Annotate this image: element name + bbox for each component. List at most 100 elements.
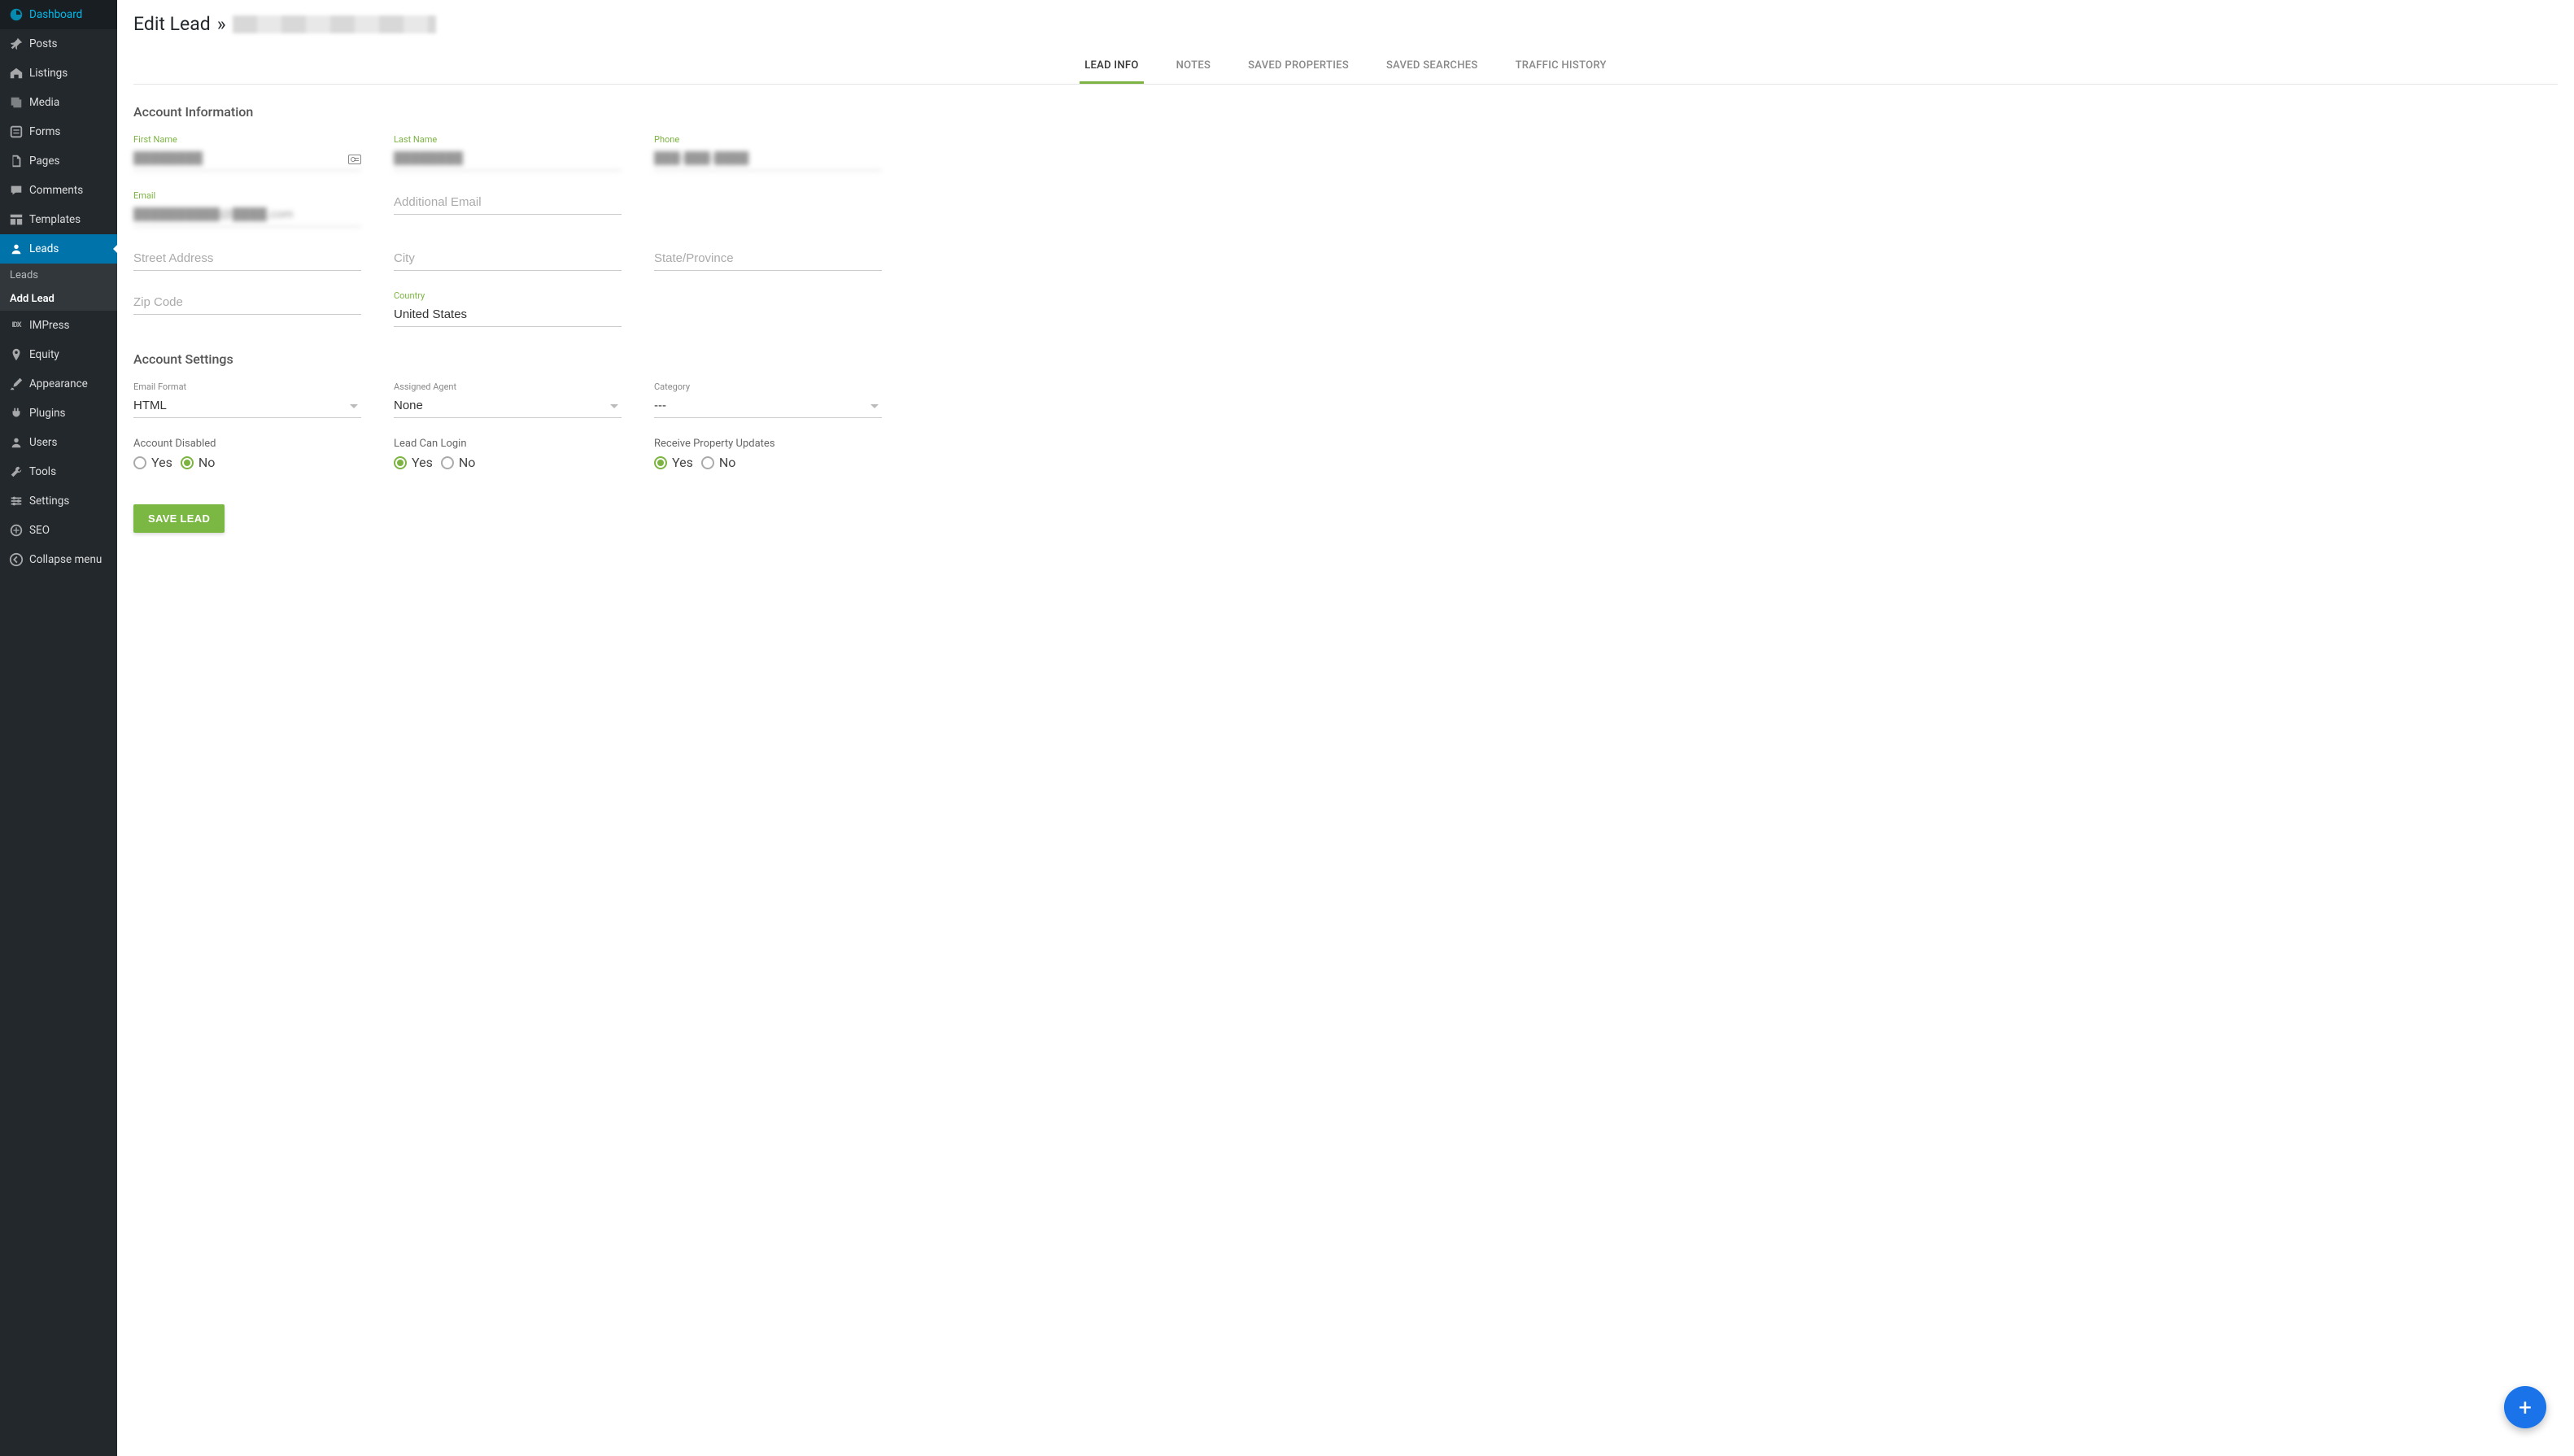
sidebar-label: Settings xyxy=(29,495,69,508)
account-settings-grid: Email Format Assigned Agent Category Acc… xyxy=(133,381,882,470)
input-zip[interactable] xyxy=(133,290,361,315)
sidebar-label: Pages xyxy=(29,155,60,168)
sidebar-item-plugins[interactable]: Plugins xyxy=(0,399,117,428)
input-country[interactable] xyxy=(394,303,622,327)
marker-icon xyxy=(8,347,24,363)
idx-icon: IDX xyxy=(8,317,24,333)
sidebar-item-users[interactable]: Users xyxy=(0,428,117,457)
sidebar-item-posts[interactable]: Posts xyxy=(0,29,117,59)
page-title-lead-name xyxy=(233,15,436,33)
field-email: Email xyxy=(133,190,361,227)
tab-lead-info[interactable]: LEAD INFO xyxy=(1080,50,1143,84)
tabs: LEAD INFO NOTES SAVED PROPERTIES SAVED S… xyxy=(133,50,2558,85)
sidebar-item-appearance[interactable]: Appearance xyxy=(0,369,117,399)
radio-lead-login-no[interactable]: No xyxy=(441,455,476,470)
seo-icon xyxy=(8,522,24,538)
sidebar-label: Plugins xyxy=(29,407,66,420)
field-account-disabled: Account Disabled Yes No xyxy=(133,438,361,470)
label-country: Country xyxy=(394,290,622,301)
input-phone[interactable] xyxy=(654,146,882,171)
input-street[interactable] xyxy=(133,246,361,271)
radio-account-disabled-yes[interactable]: Yes xyxy=(133,455,172,470)
admin-sidebar: Dashboard Posts Listings Media Forms Pag… xyxy=(0,0,117,1456)
label-account-disabled: Account Disabled xyxy=(133,438,361,450)
sidebar-label: Listings xyxy=(29,67,68,80)
sidebar-label: Equity xyxy=(29,348,59,361)
sidebar-label: Collapse menu xyxy=(29,553,102,566)
field-receive-updates: Receive Property Updates Yes No xyxy=(654,438,882,470)
tab-traffic-history[interactable]: TRAFFIC HISTORY xyxy=(1511,50,1612,84)
sidebar-item-leads[interactable]: Leads xyxy=(0,234,117,264)
label-assigned-agent: Assigned Agent xyxy=(394,381,622,392)
contact-card-icon[interactable] xyxy=(348,155,361,164)
account-info-grid: First Name Last Name Phone Email xyxy=(133,134,882,327)
sidebar-label: Users xyxy=(29,436,57,449)
field-lead-can-login: Lead Can Login Yes No xyxy=(394,438,622,470)
field-assigned-agent: Assigned Agent xyxy=(394,381,622,418)
field-country: Country xyxy=(394,290,622,327)
sidebar-item-tools[interactable]: Tools xyxy=(0,457,117,486)
input-last-name[interactable] xyxy=(394,146,622,171)
input-email[interactable] xyxy=(133,203,361,227)
sidebar-label: Media xyxy=(29,96,59,109)
dashboard-icon xyxy=(8,7,24,23)
sidebar-item-collapse[interactable]: Collapse menu xyxy=(0,545,117,574)
tab-saved-properties[interactable]: SAVED PROPERTIES xyxy=(1243,50,1354,84)
field-street xyxy=(133,246,361,271)
sidebar-item-seo[interactable]: SEO xyxy=(0,516,117,545)
sidebar-label: Leads xyxy=(29,242,59,255)
label-lead-can-login: Lead Can Login xyxy=(394,438,622,450)
page-title: Edit Lead » xyxy=(133,13,2558,35)
sidebar-item-dashboard[interactable]: Dashboard xyxy=(0,0,117,29)
plus-icon: + xyxy=(2519,1394,2532,1421)
input-first-name[interactable] xyxy=(133,146,361,171)
input-additional-email[interactable] xyxy=(394,190,622,215)
radio-lead-login-yes[interactable]: Yes xyxy=(394,455,433,470)
page-title-prefix: Edit Lead xyxy=(133,13,211,35)
sidebar-label: Tools xyxy=(29,465,56,478)
templates-icon xyxy=(8,211,24,228)
tab-notes[interactable]: NOTES xyxy=(1171,50,1216,84)
label-first-name: First Name xyxy=(133,134,361,145)
radio-account-disabled-no[interactable]: No xyxy=(181,455,216,470)
sidebar-label: Comments xyxy=(29,184,83,197)
sidebar-submenu: Leads Add Lead xyxy=(0,264,117,311)
tools-icon xyxy=(8,464,24,480)
sidebar-item-templates[interactable]: Templates xyxy=(0,205,117,234)
select-category[interactable] xyxy=(654,394,882,418)
label-phone: Phone xyxy=(654,134,882,145)
sidebar-item-forms[interactable]: Forms xyxy=(0,117,117,146)
sidebar-item-settings[interactable]: Settings xyxy=(0,486,117,516)
submenu-item-leads[interactable]: Leads xyxy=(0,264,117,287)
sidebar-label: IMPress xyxy=(29,319,70,332)
chevron-down-icon xyxy=(350,404,358,408)
tab-saved-searches[interactable]: SAVED SEARCHES xyxy=(1381,50,1483,84)
chevron-down-icon xyxy=(870,404,879,408)
save-lead-button[interactable]: SAVE LEAD xyxy=(133,504,225,533)
input-state[interactable] xyxy=(654,246,882,271)
sidebar-item-equity[interactable]: Equity xyxy=(0,340,117,369)
sidebar-item-comments[interactable]: Comments xyxy=(0,176,117,205)
field-zip xyxy=(133,290,361,327)
users-icon xyxy=(8,434,24,451)
field-last-name: Last Name xyxy=(394,134,622,171)
fab-add-button[interactable]: + xyxy=(2504,1386,2546,1428)
radio-updates-yes[interactable]: Yes xyxy=(654,455,693,470)
sidebar-item-listings[interactable]: Listings xyxy=(0,59,117,88)
plug-icon xyxy=(8,405,24,421)
input-city[interactable] xyxy=(394,246,622,271)
sidebar-label: SEO xyxy=(29,524,50,537)
sidebar-item-pages[interactable]: Pages xyxy=(0,146,117,176)
select-assigned-agent[interactable] xyxy=(394,394,622,418)
radio-updates-no[interactable]: No xyxy=(701,455,736,470)
sidebar-item-impress[interactable]: IDX IMPress xyxy=(0,311,117,340)
collapse-icon xyxy=(8,551,24,568)
sidebar-item-media[interactable]: Media xyxy=(0,88,117,117)
sidebar-label: Appearance xyxy=(29,377,88,390)
label-email: Email xyxy=(133,190,361,201)
pages-icon xyxy=(8,153,24,169)
submenu-item-add-lead[interactable]: Add Lead xyxy=(0,287,117,311)
select-email-format[interactable] xyxy=(133,394,361,418)
media-icon xyxy=(8,94,24,111)
label-last-name: Last Name xyxy=(394,134,622,145)
